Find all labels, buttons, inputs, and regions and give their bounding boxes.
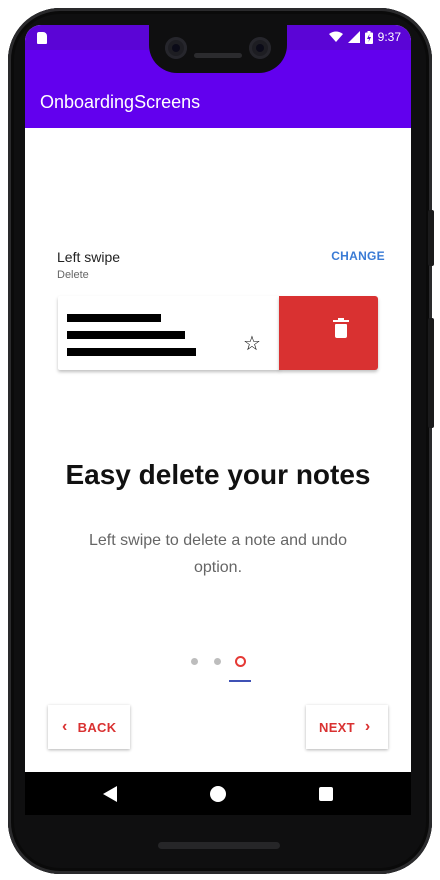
onboarding-headline: Easy delete your notes xyxy=(65,459,371,490)
swipe-demo-subtitle: Delete xyxy=(57,269,89,281)
volume-button xyxy=(428,318,434,428)
app-title: OnboardingScreens xyxy=(40,92,201,112)
screen: 9:37 OnboardingScreens Left swipe Delete… xyxy=(25,25,411,815)
nav-recents-icon[interactable] xyxy=(319,787,333,801)
status-time: 9:37 xyxy=(377,30,401,44)
note-line xyxy=(67,348,196,356)
onboarding-description: Left swipe to delete a note and undo opt… xyxy=(89,532,347,576)
chevron-right-icon: › xyxy=(364,718,371,735)
note-line xyxy=(67,314,161,322)
chevron-left-icon: ‹ xyxy=(62,718,68,735)
camera-notch xyxy=(149,25,287,73)
sd-card-icon xyxy=(37,32,47,44)
nav-back-icon[interactable] xyxy=(103,786,117,802)
chin-speaker xyxy=(158,842,280,849)
page-indicator-underline xyxy=(229,680,251,682)
battery-icon xyxy=(364,30,373,44)
star-outline-icon: ☆ xyxy=(243,333,261,355)
camera-icon xyxy=(165,37,187,59)
power-button xyxy=(428,210,434,266)
signal-icon xyxy=(347,31,360,43)
note-item: ☆ xyxy=(58,296,280,370)
nav-home-icon[interactable] xyxy=(210,786,226,802)
back-button-label: BACK xyxy=(77,719,117,735)
camera-icon xyxy=(249,37,271,59)
back-button[interactable]: ‹ BACK xyxy=(48,705,130,749)
wifi-icon xyxy=(328,31,343,42)
earpiece xyxy=(194,53,242,58)
system-nav-bar xyxy=(25,772,411,815)
trash-icon xyxy=(333,318,349,338)
delete-swipe-area xyxy=(279,296,378,370)
swipe-demo-title: Left swipe xyxy=(57,249,121,265)
next-button[interactable]: NEXT › xyxy=(306,705,388,749)
note-line xyxy=(67,331,185,339)
page-indicator xyxy=(191,655,251,669)
change-button[interactable]: CHANGE xyxy=(331,249,385,263)
page-dot xyxy=(191,658,198,665)
next-button-label: NEXT xyxy=(319,719,355,735)
page-dot-active xyxy=(235,656,246,667)
page-dot xyxy=(214,658,221,665)
